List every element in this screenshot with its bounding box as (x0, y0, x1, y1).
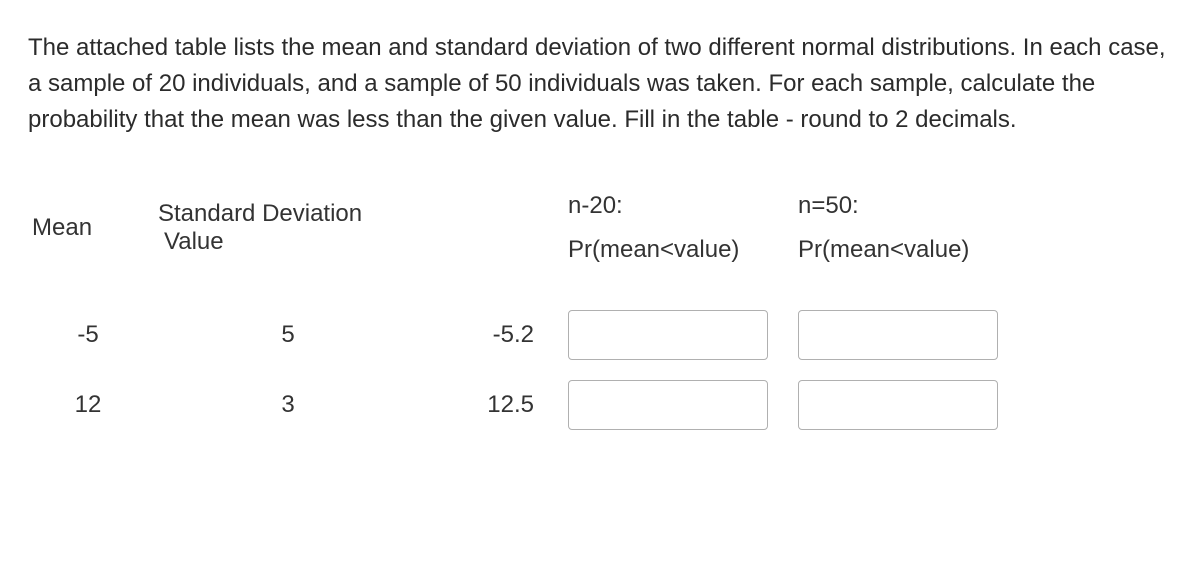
question-text: The attached table lists the mean and st… (28, 30, 1172, 138)
header-n20-bottom: Pr(mean<value) (568, 236, 788, 264)
row2-sd: 3 (158, 383, 418, 427)
header-mean: Mean (28, 208, 148, 248)
distribution-table: Mean Standard Deviation Value n-20: Pr(m… (28, 186, 1172, 440)
row1-sd: 5 (158, 313, 418, 357)
row1-value: -5.2 (428, 313, 558, 357)
row1-mean: -5 (28, 313, 148, 357)
header-n20-top: n-20: (568, 192, 788, 220)
row2-n20-input[interactable] (568, 380, 768, 430)
header-n50: n=50: Pr(mean<value) (798, 186, 1018, 270)
row1-n50-input[interactable] (798, 310, 998, 360)
header-value: Value (164, 228, 224, 255)
header-n50-top: n=50: (798, 192, 1018, 220)
header-n50-bottom: Pr(mean<value) (798, 236, 1018, 264)
header-sd-value: Standard Deviation Value (158, 194, 418, 262)
row2-value: 12.5 (428, 383, 558, 427)
header-n20: n-20: Pr(mean<value) (568, 186, 788, 270)
row1-n20-input[interactable] (568, 310, 768, 360)
row2-mean: 12 (28, 383, 148, 427)
row2-n50-input[interactable] (798, 380, 998, 430)
header-sd: Standard Deviation (158, 200, 362, 227)
